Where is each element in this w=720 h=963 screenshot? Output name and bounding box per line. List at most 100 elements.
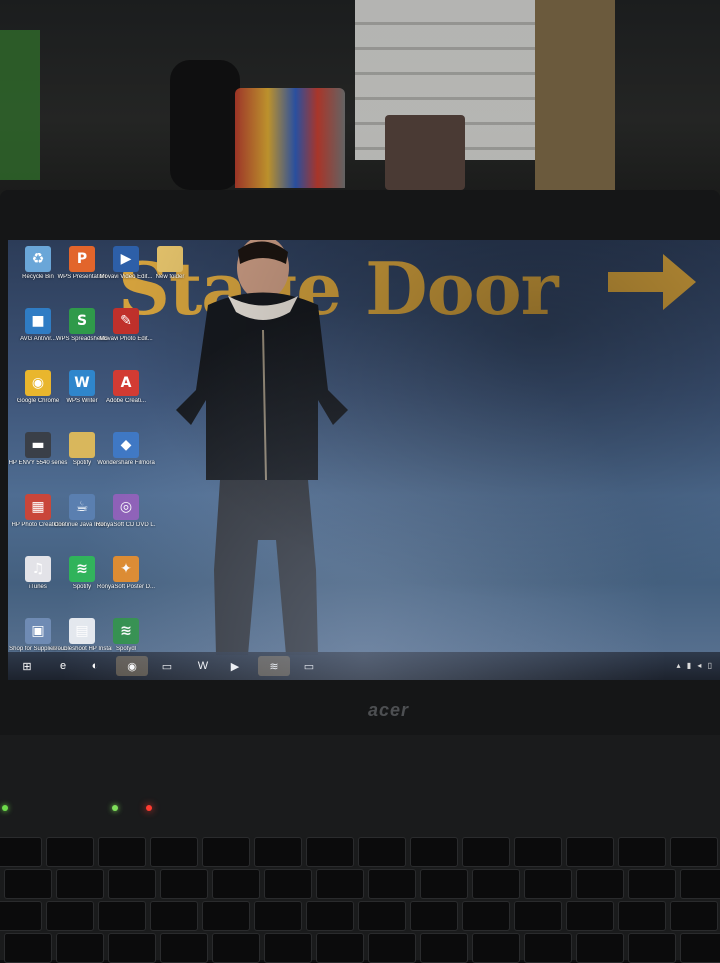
keyboard-key[interactable] xyxy=(98,901,146,931)
keyboard-key[interactable] xyxy=(524,869,572,899)
room-background xyxy=(0,0,720,200)
keyboard-key[interactable] xyxy=(410,901,458,931)
keyboard-key[interactable] xyxy=(618,837,666,867)
keyboard-key[interactable] xyxy=(56,869,104,899)
keyboard-key[interactable] xyxy=(472,869,520,899)
keyboard-key[interactable] xyxy=(368,933,416,963)
framed-photo xyxy=(385,115,465,190)
keyboard-key[interactable] xyxy=(150,901,198,931)
keyboard-key[interactable] xyxy=(514,837,562,867)
keyboard-key[interactable] xyxy=(202,837,250,867)
desktop-icon-ronyasoft-poster[interactable]: ✦ RonyaSoft Poster D... xyxy=(96,556,156,591)
keyboard-key[interactable] xyxy=(566,901,614,931)
keyboard-key[interactable] xyxy=(420,869,468,899)
keyboard-key[interactable] xyxy=(420,933,468,963)
taskbar: ⊞ e ◐ ◉ ▭ W ▶ ≋ ▭ ▴ ▮ ◂ ▯ xyxy=(8,652,720,680)
keyboard-key[interactable] xyxy=(410,837,458,867)
wps-presentation-icon: P xyxy=(69,246,95,272)
keyboard-key[interactable] xyxy=(108,869,156,899)
keyboard-key[interactable] xyxy=(264,869,312,899)
desktop-icon-movavi-photo[interactable]: ✎ Movavi Photo Edit... xyxy=(96,308,156,343)
keyboard-key[interactable] xyxy=(4,869,52,899)
chrome-icon: ◉ xyxy=(25,370,51,396)
keyboard-key[interactable] xyxy=(628,933,676,963)
keyboard-key[interactable] xyxy=(628,869,676,899)
desktop-icon-spotydl[interactable]: ≋ Spotydl xyxy=(96,618,156,653)
keyboard-key[interactable] xyxy=(576,933,624,963)
shop-supplies-icon: ▣ xyxy=(25,618,51,644)
keyboard-key[interactable] xyxy=(462,837,510,867)
movavi-video-icon: ▶ xyxy=(113,246,139,272)
keyboard-key[interactable] xyxy=(150,837,198,867)
file-explorer-icon[interactable]: ▭ xyxy=(156,656,178,676)
keyboard-key[interactable] xyxy=(56,933,104,963)
keyboard-key[interactable] xyxy=(306,837,354,867)
keyboard-key[interactable] xyxy=(160,869,208,899)
keyboard-key[interactable] xyxy=(670,901,718,931)
wallpaper-arrow-icon xyxy=(608,254,696,310)
wps-writer-icon: W xyxy=(69,370,95,396)
spotydl-icon: ≋ xyxy=(113,618,139,644)
spotify-taskbar-icon[interactable]: ≋ xyxy=(258,656,290,676)
internet-explorer-icon[interactable]: e xyxy=(52,656,74,676)
wps-spreadsheets-icon: S xyxy=(69,308,95,334)
ronyasoft-poster-icon: ✦ xyxy=(113,556,139,582)
keyboard-key[interactable] xyxy=(358,837,406,867)
status-led-power xyxy=(2,805,8,811)
dark-object xyxy=(170,60,240,190)
desktop-icon-adobe-creative[interactable]: A Adobe Creati... xyxy=(96,370,156,405)
media-player-icon[interactable]: ▶ xyxy=(224,656,246,676)
desktop-icon-folder[interactable]: New folder xyxy=(140,246,200,281)
keyboard-key[interactable] xyxy=(108,933,156,963)
keyboard-key[interactable] xyxy=(576,869,624,899)
keyboard-key[interactable] xyxy=(524,933,572,963)
keyboard-key[interactable] xyxy=(618,901,666,931)
itunes-icon: ♫ xyxy=(25,556,51,582)
keyboard-key[interactable] xyxy=(566,837,614,867)
keyboard-key[interactable] xyxy=(306,901,354,931)
spotify-icon: ≋ xyxy=(69,556,95,582)
keyboard-key[interactable] xyxy=(202,901,250,931)
keyboard-key[interactable] xyxy=(98,837,146,867)
keyboard-key[interactable] xyxy=(254,837,302,867)
start-orb-icon[interactable]: ⊞ xyxy=(16,656,38,676)
desktop-icon-label: New folder xyxy=(155,274,185,280)
keyboard-key[interactable] xyxy=(680,933,720,963)
keyboard-key[interactable] xyxy=(264,933,312,963)
keyboard-key[interactable] xyxy=(472,933,520,963)
avg-antivirus-icon: ■ xyxy=(25,308,51,334)
pen-cup xyxy=(235,88,345,188)
keyboard-key[interactable] xyxy=(254,901,302,931)
wooden-post xyxy=(535,0,615,190)
desktop-icon-filmora[interactable]: ◆ Wondershare Filmora xyxy=(96,432,156,467)
keyboard-key[interactable] xyxy=(514,901,562,931)
keyboard xyxy=(0,835,720,963)
wps-writer-taskbar-icon[interactable]: W xyxy=(192,656,214,676)
keyboard-key[interactable] xyxy=(368,869,416,899)
keyboard-key[interactable] xyxy=(358,901,406,931)
user-icon[interactable]: ◐ xyxy=(84,656,106,676)
adobe-creative-icon: A xyxy=(113,370,139,396)
keyboard-key[interactable] xyxy=(670,837,718,867)
keyboard-key[interactable] xyxy=(160,933,208,963)
keyboard-key[interactable] xyxy=(316,933,364,963)
keyboard-key[interactable] xyxy=(462,901,510,931)
keyboard-key[interactable] xyxy=(316,869,364,899)
laptop-brand: acer xyxy=(368,700,410,720)
keyboard-key[interactable] xyxy=(680,869,720,899)
green-object xyxy=(0,30,40,180)
keyboard-key[interactable] xyxy=(4,933,52,963)
keyboard-key[interactable] xyxy=(46,901,94,931)
keyboard-key[interactable] xyxy=(0,901,42,931)
java-icon: ☕ xyxy=(69,494,95,520)
desktop-icon-ronyasoft-cd[interactable]: ◎ RonyaSoft CD DVD L... xyxy=(96,494,156,529)
keyboard-key[interactable] xyxy=(212,933,260,963)
keyboard-key[interactable] xyxy=(0,837,42,867)
recycle-bin-icon: ♻ xyxy=(25,246,51,272)
system-tray[interactable]: ▴ ▮ ◂ ▯ xyxy=(676,661,714,670)
keyboard-key[interactable] xyxy=(212,869,260,899)
chrome-taskbar-icon[interactable]: ◉ xyxy=(116,656,148,676)
desktop-icon-label: Wondershare Filmora xyxy=(97,460,155,466)
keyboard-key[interactable] xyxy=(46,837,94,867)
window-taskbar-icon[interactable]: ▭ xyxy=(298,656,320,676)
